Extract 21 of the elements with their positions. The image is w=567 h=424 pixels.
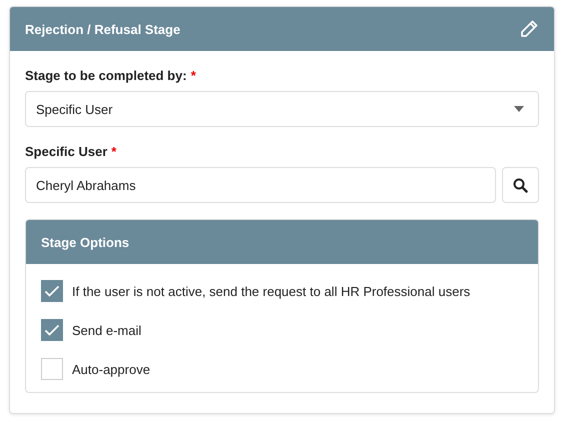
- field-label: Specific User: [25, 144, 108, 159]
- input-field[interactable]: Cheryl Abrahams: [25, 167, 496, 203]
- checkbox-label: If the user is not active, send the request to all HR Professional users: [72, 284, 470, 298]
- edit-button[interactable]: [520, 20, 538, 38]
- pencil-icon: [520, 20, 538, 38]
- check-icon: [44, 285, 60, 297]
- field-label: Stage to be completed by:: [25, 68, 187, 83]
- checkbox[interactable]: [41, 280, 63, 302]
- options-title: Stage Options: [41, 234, 130, 250]
- checkbox-label: Auto-approve: [72, 362, 150, 376]
- required-mark: *: [111, 144, 116, 159]
- checkbox-label: Send e-mail: [72, 322, 142, 338]
- required-mark: *: [190, 68, 196, 83]
- checkbox[interactable]: [41, 358, 63, 380]
- panel-title: Rejection / Refusal Stage: [25, 22, 180, 36]
- caret-icon: [514, 106, 524, 112]
- select-field[interactable]: Specific User: [25, 91, 539, 127]
- search-button[interactable]: [502, 167, 539, 203]
- search-icon: [513, 178, 528, 192]
- checkbox[interactable]: [41, 319, 63, 341]
- check-icon: [44, 324, 60, 336]
